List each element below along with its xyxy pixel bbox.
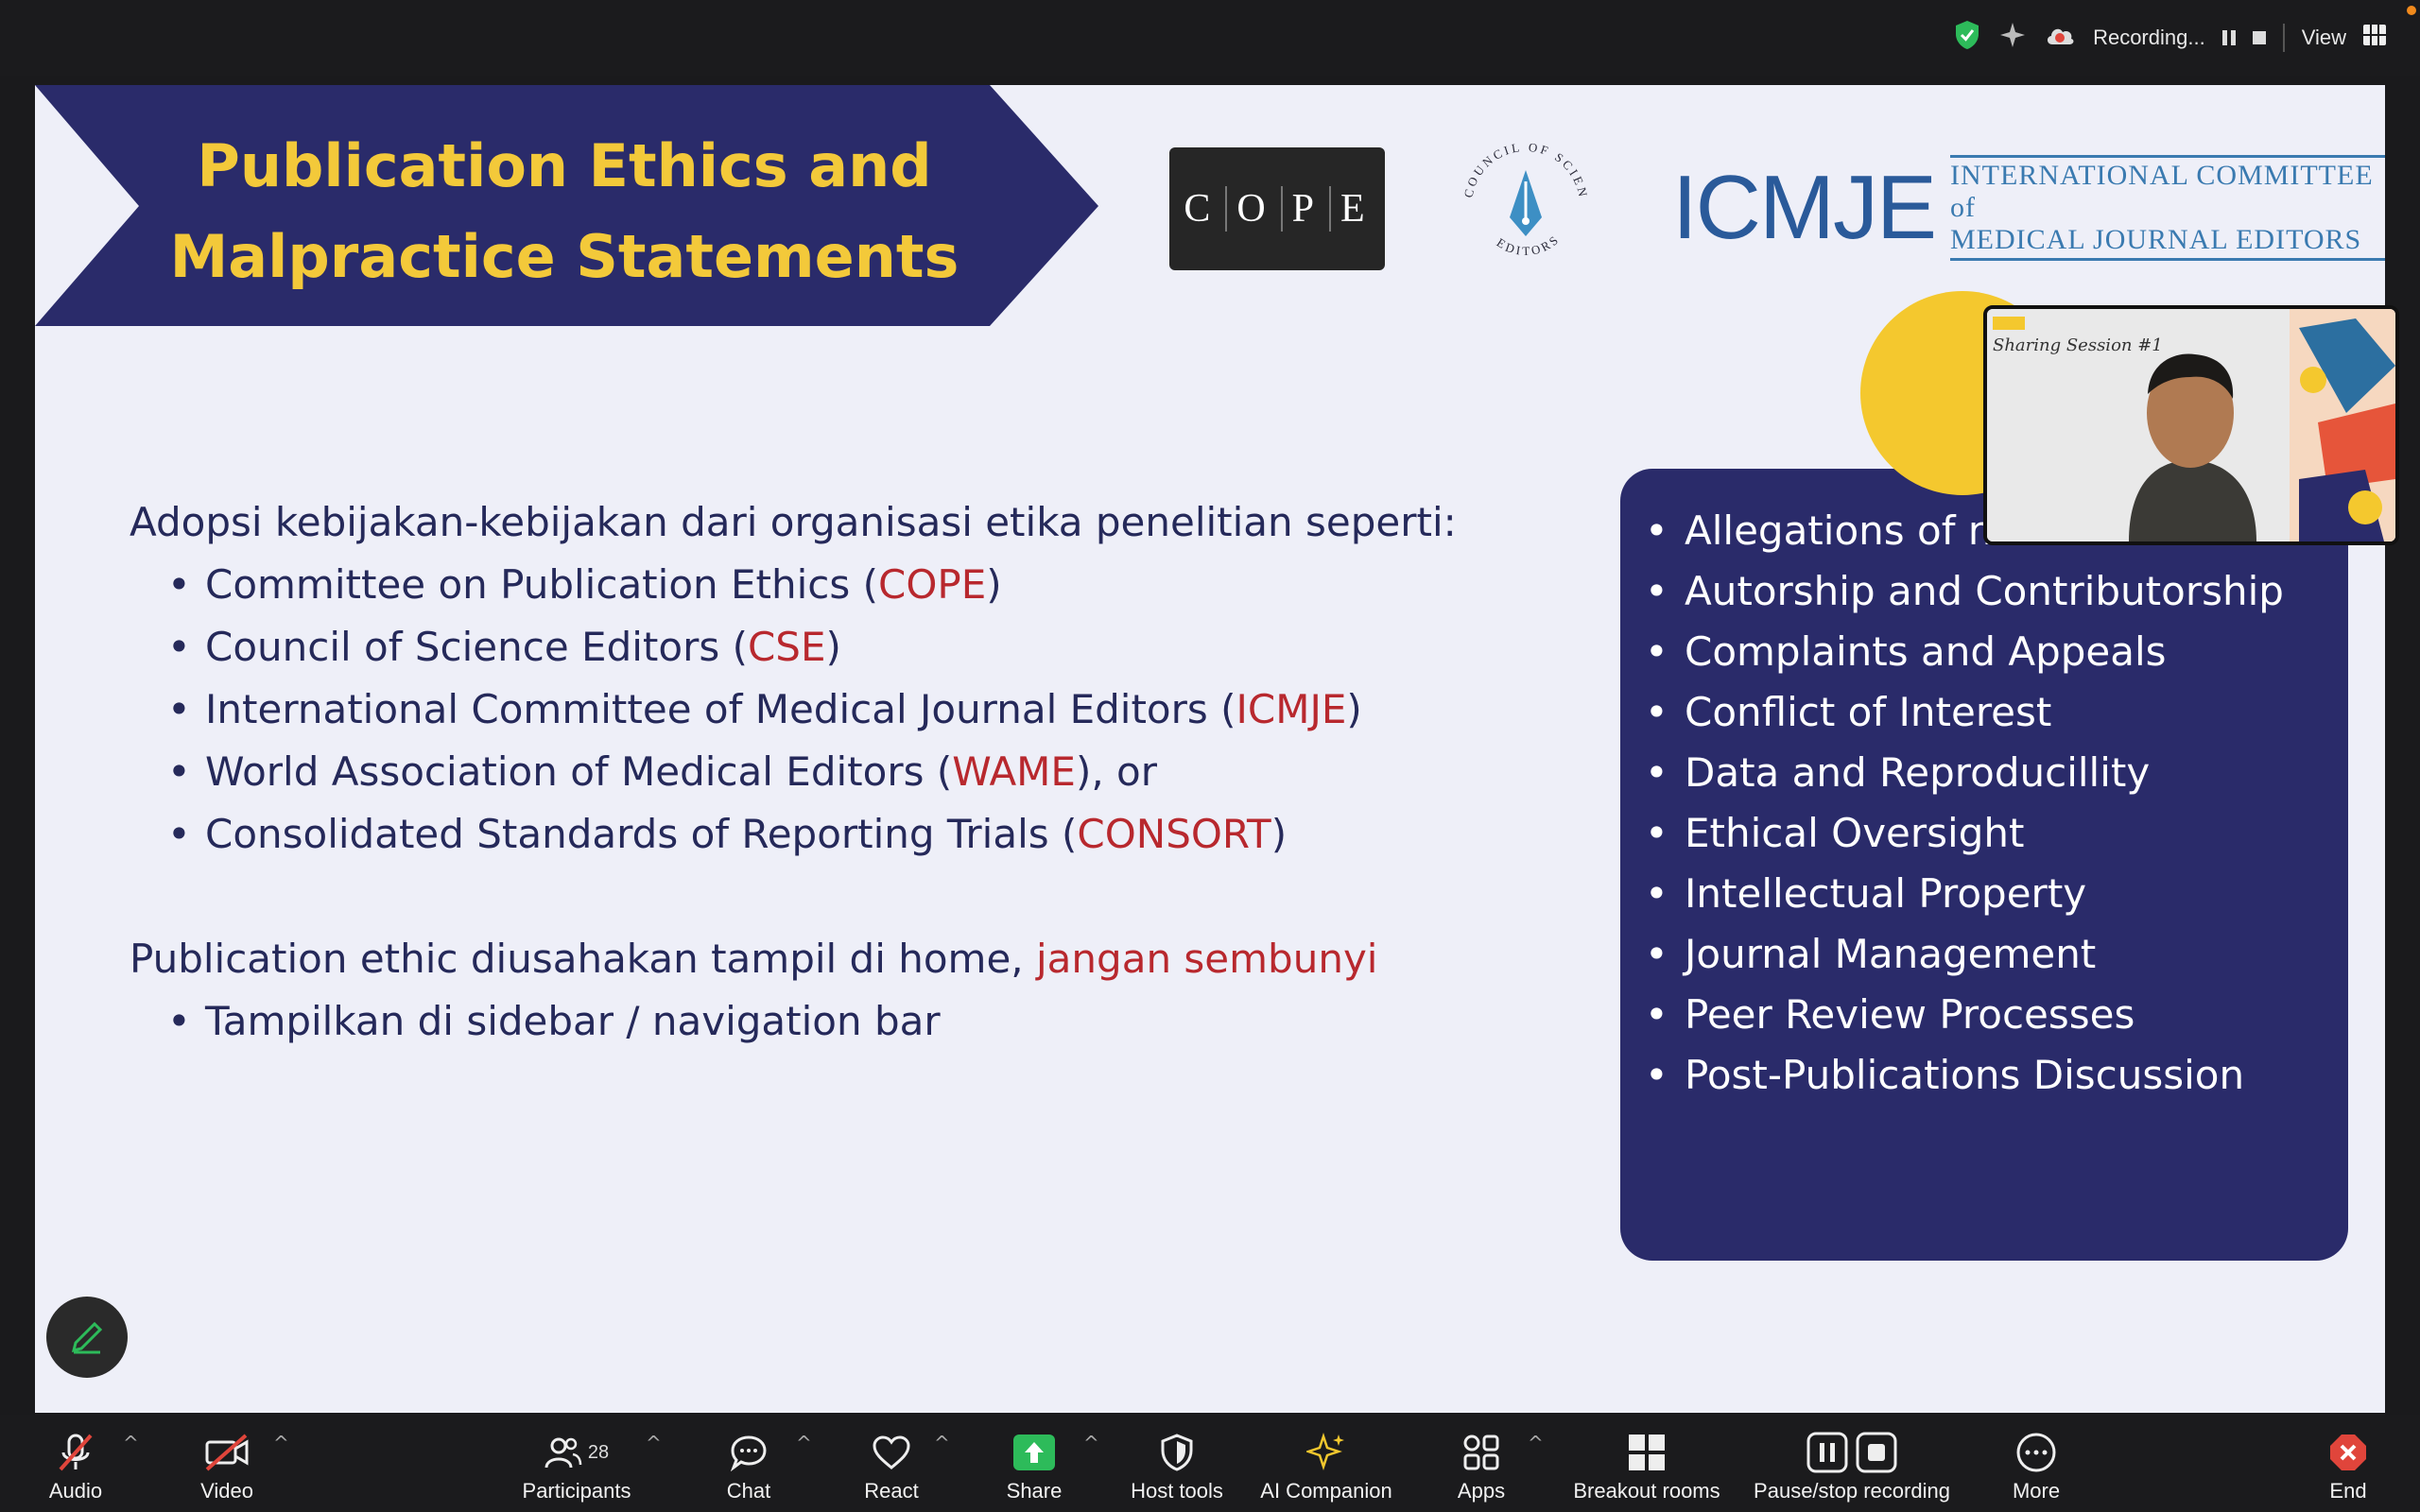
- cse-logo: COUNCIL OF SCIENCE EDITORS: [1455, 134, 1588, 258]
- share-screen-icon: [1013, 1435, 1055, 1470]
- icmje-abbrev: ICMJE: [1672, 157, 1937, 258]
- breakout-rooms-button[interactable]: Breakout rooms: [1569, 1415, 1724, 1512]
- apps-icon: [1463, 1435, 1499, 1470]
- share-button[interactable]: Share: [996, 1415, 1072, 1512]
- video-options-caret[interactable]: ^: [273, 1432, 289, 1454]
- recording-status: Recording...: [2093, 26, 2205, 49]
- ai-sparkle-icon: [1306, 1433, 1344, 1470]
- breakout-rooms-icon: [1629, 1435, 1665, 1470]
- icmje-line2: MEDICAL JOURNAL EDITORS: [1950, 224, 2362, 255]
- cope-letter: C: [1174, 186, 1228, 232]
- home-bullet: Tampilkan di sidebar / navigation bar: [167, 990, 1458, 1053]
- slide-body-left: Adopsi kebijakan-kebijakan dari organisa…: [130, 491, 1458, 1053]
- org-item: Consolidated Standards of Reporting Tria…: [167, 803, 1458, 866]
- topic-item: Journal Management: [1645, 924, 2297, 985]
- chat-options-caret[interactable]: ^: [796, 1432, 812, 1454]
- speaker-video: Sharing Session #1: [1987, 309, 2395, 541]
- pen-icon: [71, 1321, 103, 1354]
- participants-options-caret[interactable]: ^: [646, 1432, 662, 1454]
- topics-list: Allegations of misconduct Autorship and …: [1645, 501, 2297, 1106]
- topic-item: Post-Publications Discussion: [1645, 1045, 2297, 1106]
- apps-button[interactable]: Apps: [1443, 1415, 1519, 1512]
- more-icon: [2016, 1433, 2056, 1472]
- annotate-pen-button[interactable]: [46, 1297, 128, 1378]
- cloud-recording-icon: [2044, 24, 2076, 52]
- close-icon: [2330, 1435, 2366, 1470]
- topic-item: Peer Review Processes: [1645, 985, 2297, 1045]
- view-button[interactable]: View: [2302, 26, 2346, 50]
- intro-text: Adopsi kebijakan-kebijakan dari organisa…: [130, 499, 1457, 545]
- participants-button[interactable]: 28 Participants: [515, 1415, 638, 1512]
- org-item: Council of Science Editors (CSE): [167, 616, 1458, 679]
- apps-options-caret[interactable]: ^: [1528, 1432, 1544, 1454]
- topic-item: Ethical Oversight: [1645, 803, 2297, 864]
- meeting-top-bar: Recording... View: [0, 0, 2420, 76]
- shield-icon: [1161, 1434, 1193, 1471]
- camera-off-icon: [205, 1434, 249, 1471]
- svg-text:EDITORS: EDITORS: [1495, 232, 1564, 258]
- org-item: World Association of Medical Editors (WA…: [167, 741, 1458, 803]
- meeting-toolbar: Audio ^ Video ^ 28 Participants ^ Chat ^…: [0, 1415, 2420, 1512]
- microphone-muted-icon: [59, 1434, 93, 1471]
- slide-title-line2: Malpractice Statements: [169, 222, 959, 291]
- chat-button[interactable]: Chat: [711, 1415, 786, 1512]
- heart-icon: [873, 1435, 910, 1469]
- home-note: Publication ethic diusahakan tampil di h…: [130, 936, 1378, 982]
- cope-letter: P: [1283, 186, 1332, 232]
- participants-icon: [544, 1437, 582, 1469]
- host-tools-button[interactable]: Host tools: [1125, 1415, 1229, 1512]
- pause-recording-button[interactable]: [2221, 30, 2236, 45]
- grid-view-icon[interactable]: [2363, 25, 2386, 51]
- topic-item: Data and Reproducillity: [1645, 743, 2297, 803]
- participants-count: 28: [587, 1441, 610, 1463]
- audio-options-caret[interactable]: ^: [123, 1432, 139, 1454]
- notification-dot: [2407, 6, 2416, 15]
- end-meeting-button[interactable]: End: [2310, 1415, 2386, 1512]
- cope-letter: O: [1227, 186, 1283, 232]
- react-button[interactable]: React: [854, 1415, 929, 1512]
- org-item: Committee on Publication Ethics (COPE): [167, 554, 1458, 616]
- divider: [2282, 24, 2285, 52]
- topic-item: Autorship and Contributorship: [1645, 561, 2297, 622]
- topic-item: Conflict of Interest: [1645, 682, 2297, 743]
- slide-title-line1: Publication Ethics and: [197, 131, 932, 200]
- stop-recording-button[interactable]: [2252, 31, 2266, 44]
- org-list: Committee on Publication Ethics (COPE) C…: [130, 554, 1458, 866]
- video-caption: Sharing Session #1: [1993, 335, 2163, 355]
- sparkle-icon[interactable]: [1998, 21, 2027, 55]
- icmje-fullname: INTERNATIONAL COMMITTEE of MEDICAL JOURN…: [1950, 155, 2385, 261]
- slide-title: Publication Ethics and Malpractice State…: [92, 121, 1037, 302]
- pause-icon: [1806, 1432, 1848, 1473]
- video-button[interactable]: Video: [189, 1415, 265, 1512]
- home-list: Tampilkan di sidebar / navigation bar: [130, 990, 1458, 1053]
- speaker-video-tile[interactable]: Sharing Session #1: [1983, 305, 2399, 545]
- stop-icon: [1856, 1432, 1897, 1473]
- share-options-caret[interactable]: ^: [1083, 1432, 1099, 1454]
- cse-logo-text-bottom: EDITORS: [1495, 232, 1561, 258]
- chat-icon: [730, 1435, 767, 1471]
- react-options-caret[interactable]: ^: [934, 1432, 950, 1454]
- icmje-logo: ICMJE INTERNATIONAL COMMITTEE of MEDICAL…: [1672, 155, 2385, 261]
- security-shield-icon[interactable]: [1953, 19, 1981, 57]
- icmje-line1: INTERNATIONAL COMMITTEE of: [1950, 160, 2374, 223]
- topic-item: Intellectual Property: [1645, 864, 2297, 924]
- ai-companion-button[interactable]: AI Companion: [1255, 1415, 1397, 1512]
- pause-stop-recording-button[interactable]: Pause/stop recording: [1751, 1415, 1953, 1512]
- more-button[interactable]: More: [1998, 1415, 2074, 1512]
- cope-logo: C O P E: [1169, 147, 1385, 270]
- cope-letter: E: [1340, 187, 1371, 231]
- org-item: International Committee of Medical Journ…: [167, 679, 1458, 741]
- topic-item: Complaints and Appeals: [1645, 622, 2297, 682]
- audio-button[interactable]: Audio: [38, 1415, 113, 1512]
